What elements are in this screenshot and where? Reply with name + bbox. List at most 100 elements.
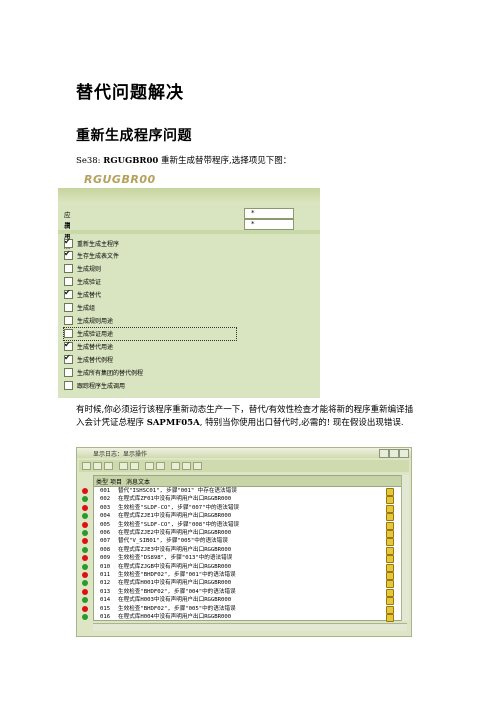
column-header[interactable]: 消息文本 — [126, 477, 150, 486]
error-led-icon — [82, 538, 88, 545]
error-led-icon — [82, 555, 88, 562]
table-row[interactable]: 013 生效检查"BHDF02", 步骤"004"中的语法错误 — [82, 588, 406, 597]
table-row[interactable]: 005 生效检查"SLDF-CO", 步骤"008"中的语法错误 — [82, 521, 406, 530]
section-heading: 重新生成程序问题 — [76, 128, 192, 144]
ok-led-icon — [82, 546, 88, 553]
error-led-icon — [82, 504, 88, 511]
ok-led-icon — [82, 513, 88, 520]
paragraph-text: 入会计凭证总程序 — [76, 418, 147, 428]
table-row[interactable]: 002 在程式库ZF01中没有声明用户出口RGGBR000 — [82, 495, 406, 505]
row-message: 在程式库H003中没有声明用户出口RGGBR000 — [118, 597, 232, 604]
row-number: 008 — [100, 546, 111, 553]
column-header[interactable]: 项目 — [110, 477, 122, 486]
checkbox[interactable] — [64, 264, 73, 273]
checkbox-label: 生存生成表文件 — [77, 253, 120, 260]
column-header[interactable]: 类型 — [96, 477, 108, 486]
long-text-icon[interactable] — [386, 614, 394, 622]
checkbox[interactable] — [64, 329, 73, 338]
table-row[interactable]: 016 在程式库H004中没有声明用户出口RGGBR000 — [82, 613, 406, 622]
minimize-icon[interactable] — [379, 449, 389, 458]
row-message: 生效检查"SLDF-CO", 步骤"008"中的语法错误 — [118, 521, 240, 528]
checkbox[interactable] — [64, 249, 73, 260]
message-table: 类型 项目 消息文本 001 替代"ISHSC01", 步骤"001" 中存在语法… — [82, 475, 407, 622]
checkbox-row[interactable]: 生成验证用途 — [63, 327, 237, 341]
close-icon[interactable] — [399, 449, 409, 458]
row-number: 010 — [100, 563, 111, 570]
table-header: 类型 项目 消息文本 — [94, 476, 406, 487]
table-row[interactable]: 015 生效检查"BHDF02", 步骤"005"中的语法错误 — [82, 605, 406, 614]
window-titlebar: 显示日志：显示操作 — [77, 448, 411, 458]
checkbox[interactable] — [64, 316, 73, 325]
maximize-icon[interactable] — [389, 449, 399, 458]
table-row[interactable]: 003 生效检查"SLDF-CO", 步骤"007"中的语法错误 — [82, 504, 406, 513]
log-toolbar — [79, 460, 409, 472]
toolbar-button[interactable] — [171, 462, 180, 470]
checkbox-label: 生成规则用途 — [77, 318, 114, 325]
checkbox-label: 生成所有集团的替代例程 — [77, 370, 144, 377]
row-number: 006 — [100, 530, 111, 536]
checkbox[interactable] — [64, 368, 73, 377]
row-number: 012 — [100, 580, 111, 587]
toolbar-band — [58, 188, 320, 204]
toolbar-button[interactable] — [182, 462, 191, 470]
row-number: 007 — [100, 538, 111, 545]
table-row[interactable]: 010 在程式库ZJGB中没有声明用户出口RGGBR000 — [82, 563, 406, 572]
row-number: 009 — [100, 555, 111, 562]
ok-led-icon — [82, 597, 88, 604]
row-message: 生效检查"BHDF02", 步骤"005"中的语法错误 — [118, 605, 236, 612]
row-number: 016 — [100, 614, 111, 620]
toolbar-button[interactable] — [156, 462, 165, 470]
checkbox[interactable] — [64, 340, 73, 351]
row-message: 替代"V_SIB01", 步骤"005"中的语法错误 — [118, 538, 228, 545]
error-led-icon — [82, 605, 88, 612]
vertical-scrollbar[interactable] — [401, 475, 409, 621]
table-row[interactable]: 009 生效检查"DS898", 步骤"013"中的语法错误 — [82, 554, 406, 564]
window-title: 显示日志：显示操作 — [93, 451, 148, 458]
paragraph-line-1: 有时候,你必须运行该程序重新动态生产一下，替代/有效性检查才能将新的程序重新编译… — [76, 405, 414, 415]
row-number: 004 — [100, 513, 111, 520]
toolbar-button[interactable] — [145, 462, 154, 470]
row-message: 在程式库ZF01中没有声明用户出口RGGBR000 — [118, 496, 232, 503]
checkbox[interactable] — [64, 277, 73, 286]
field-input[interactable]: * — [244, 208, 294, 219]
checkbox[interactable] — [64, 237, 73, 248]
checkbox-label: 重新生成主程序 — [77, 241, 120, 248]
toolbar-button[interactable] — [82, 462, 91, 470]
table-row[interactable]: 008 在程式库ZJE3中没有声明用户出口RGGBR000 — [82, 546, 406, 555]
toolbar-button[interactable] — [130, 462, 139, 470]
row-message: 替代"ISHSC01", 步骤"001" 中存在语法错误 — [118, 488, 237, 494]
horizontal-scrollbar[interactable] — [93, 623, 407, 631]
row-message: 生效检查"SLDF-CO", 步骤"007"中的语法错误 — [118, 504, 240, 511]
toolbar-button[interactable] — [104, 462, 113, 470]
checkbox-label: 生成组 — [77, 305, 96, 312]
table-row[interactable]: 004 在程式库ZJE1中没有声明用户出口RGGBR000 — [82, 512, 406, 522]
row-number: 011 — [100, 572, 111, 578]
checkbox[interactable] — [64, 288, 73, 299]
intro-prefix: Se38: — [76, 156, 104, 166]
error-led-icon — [82, 521, 88, 528]
row-message: 生效检查"DS898", 步骤"013"中的语法错误 — [118, 555, 233, 562]
checkbox[interactable] — [64, 353, 73, 364]
toolbar-button[interactable] — [193, 462, 202, 470]
toolbar-button[interactable] — [93, 462, 102, 470]
table-row[interactable]: 014 在程式库H003中没有声明用户出口RGGBR000 — [82, 596, 406, 606]
table-row[interactable]: 011 生效检查"BHDF02", 步骤"001"中的语法错误 — [82, 571, 406, 580]
error-led-icon — [82, 588, 88, 595]
checkbox-label: 生成替代 — [77, 292, 102, 299]
checkbox[interactable] — [64, 381, 73, 390]
table-row[interactable]: 007 替代"V_SIB01", 步骤"005"中的语法错误 — [82, 537, 406, 547]
error-led-icon — [82, 488, 88, 494]
field-input[interactable]: * — [244, 219, 294, 230]
paragraph-program: SAPMF05A — [146, 418, 200, 428]
table-row[interactable]: 012 在程式库H001中没有声明用户出口RGGBR000 — [82, 579, 406, 589]
log-window-screenshot: 显示日志：显示操作 类型 项目 消息文本 001 替代"ISHSC01", 步骤"… — [76, 447, 412, 637]
row-number: 015 — [100, 605, 111, 612]
row-number: 005 — [100, 521, 111, 528]
selection-screen-screenshot: 应用领域 * 调用点 * 重新生成主程序 生存生成表文件 生成规则 生成验证 生… — [58, 188, 320, 398]
table-row[interactable]: 006 在程式库ZJE2中没有声明用户出口RGGBR000 — [82, 529, 406, 538]
checkbox-label: 生成替代用途 — [77, 344, 114, 351]
checkbox[interactable] — [64, 303, 73, 312]
row-message: 在程式库H004中没有声明用户出口RGGBR000 — [118, 614, 232, 620]
toolbar-button[interactable] — [119, 462, 128, 470]
table-row[interactable]: 001 替代"ISHSC01", 步骤"001" 中存在语法错误 — [82, 487, 406, 496]
